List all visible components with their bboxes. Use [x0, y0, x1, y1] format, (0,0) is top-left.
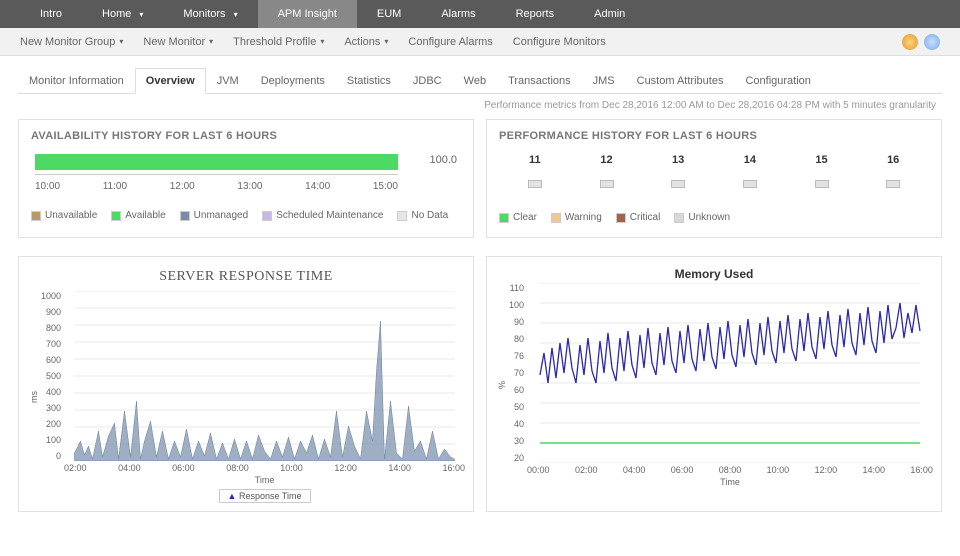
y-axis-ticks: 1000 900 800 700 600 500 400 300 200 100… — [41, 291, 64, 461]
metrics-note: Performance metrics from Dec 28,2016 12:… — [0, 94, 960, 111]
actions[interactable]: Actions▾ — [334, 36, 398, 48]
perf-box[interactable] — [815, 180, 829, 188]
chevron-down-icon: ▾ — [139, 10, 143, 19]
availability-title: AVAILABILITY HISTORY FOR LAST 6 HOURS — [31, 130, 461, 142]
x-axis-label: Time — [64, 475, 465, 485]
performance-legend: Clear Warning Critical Unknown — [499, 212, 929, 223]
availability-chart: 100.0 10:00 11:00 12:00 13:00 14:00 15:0… — [35, 154, 457, 192]
nav-reports[interactable]: Reports — [496, 0, 575, 28]
nav-eum[interactable]: EUM — [357, 0, 421, 28]
new-monitor[interactable]: New Monitor▾ — [133, 36, 223, 48]
tab-monitor-information[interactable]: Monitor Information — [18, 68, 135, 94]
tab-jvm[interactable]: JVM — [206, 68, 250, 94]
x-axis-label: Time — [527, 477, 933, 487]
availability-value: 100.0 — [429, 154, 457, 166]
tabs: Monitor Information Overview JVM Deploym… — [18, 68, 942, 94]
tab-overview[interactable]: Overview — [135, 68, 206, 94]
performance-cells: 11 12 13 14 15 16 — [499, 154, 929, 188]
x-axis-ticks: 02:00 04:00 06:00 08:00 10:00 12:00 14:0… — [64, 461, 465, 473]
top-nav: Intro Home▾ Monitors▾ APM Insight EUM Al… — [0, 0, 960, 28]
y-axis-label: % — [495, 283, 509, 487]
chevron-down-icon: ▾ — [119, 37, 123, 46]
nav-intro[interactable]: Intro — [20, 0, 82, 28]
response-time-legend: ▲ Response Time — [64, 489, 465, 503]
perf-box[interactable] — [600, 180, 614, 188]
response-time-plot — [64, 291, 465, 461]
new-monitor-group[interactable]: New Monitor Group▾ — [10, 36, 133, 48]
availability-panel: AVAILABILITY HISTORY FOR LAST 6 HOURS 10… — [18, 119, 474, 238]
nav-monitors[interactable]: Monitors▾ — [163, 0, 257, 28]
chevron-down-icon: ▾ — [384, 37, 388, 46]
tab-statistics[interactable]: Statistics — [336, 68, 402, 94]
configure-alarms[interactable]: Configure Alarms — [398, 36, 502, 48]
memory-used-chart: Memory Used % 110 100 90 80 76 70 60 50 … — [486, 256, 942, 512]
chevron-down-icon: ▾ — [320, 37, 324, 46]
y-axis-label: ms — [27, 291, 41, 503]
perf-box[interactable] — [528, 180, 542, 188]
tab-jdbc[interactable]: JDBC — [402, 68, 453, 94]
server-response-time-chart: SERVER RESPONSE TIME ms 1000 900 800 700… — [18, 256, 474, 512]
chevron-down-icon: ▾ — [234, 10, 238, 19]
refresh-icon[interactable] — [902, 34, 918, 50]
availability-bar — [35, 154, 398, 170]
nav-apm-insight[interactable]: APM Insight — [258, 0, 357, 28]
performance-panel: PERFORMANCE HISTORY FOR LAST 6 HOURS 11 … — [486, 119, 942, 238]
tab-jms[interactable]: JMS — [582, 68, 626, 94]
perf-box[interactable] — [886, 180, 900, 188]
tab-web[interactable]: Web — [453, 68, 497, 94]
nav-home[interactable]: Home▾ — [82, 0, 163, 28]
tab-custom-attributes[interactable]: Custom Attributes — [626, 68, 735, 94]
x-axis-ticks: 00:00 02:00 04:00 06:00 08:00 10:00 12:0… — [527, 463, 933, 475]
perf-box[interactable] — [671, 180, 685, 188]
threshold-profile[interactable]: Threshold Profile▾ — [223, 36, 334, 48]
print-icon[interactable] — [924, 34, 940, 50]
chevron-down-icon: ▾ — [209, 37, 213, 46]
nav-alarms[interactable]: Alarms — [421, 0, 495, 28]
chart-title: Memory Used — [495, 267, 933, 281]
tab-transactions[interactable]: Transactions — [497, 68, 582, 94]
availability-legend: Unavailable Available Unmanaged Schedule… — [31, 210, 461, 221]
nav-admin[interactable]: Admin — [574, 0, 645, 28]
y-axis-ticks: 110 100 90 80 76 70 60 50 40 30 20 — [509, 283, 527, 463]
configure-monitors[interactable]: Configure Monitors — [503, 36, 616, 48]
memory-used-plot — [527, 283, 933, 463]
availability-axis: 10:00 11:00 12:00 13:00 14:00 15:00 — [35, 181, 398, 192]
chart-title: SERVER RESPONSE TIME — [27, 269, 465, 285]
tab-configuration[interactable]: Configuration — [734, 68, 821, 94]
performance-title: PERFORMANCE HISTORY FOR LAST 6 HOURS — [499, 130, 929, 142]
sub-nav: New Monitor Group▾ New Monitor▾ Threshol… — [0, 28, 960, 56]
perf-box[interactable] — [743, 180, 757, 188]
tab-deployments[interactable]: Deployments — [250, 68, 336, 94]
